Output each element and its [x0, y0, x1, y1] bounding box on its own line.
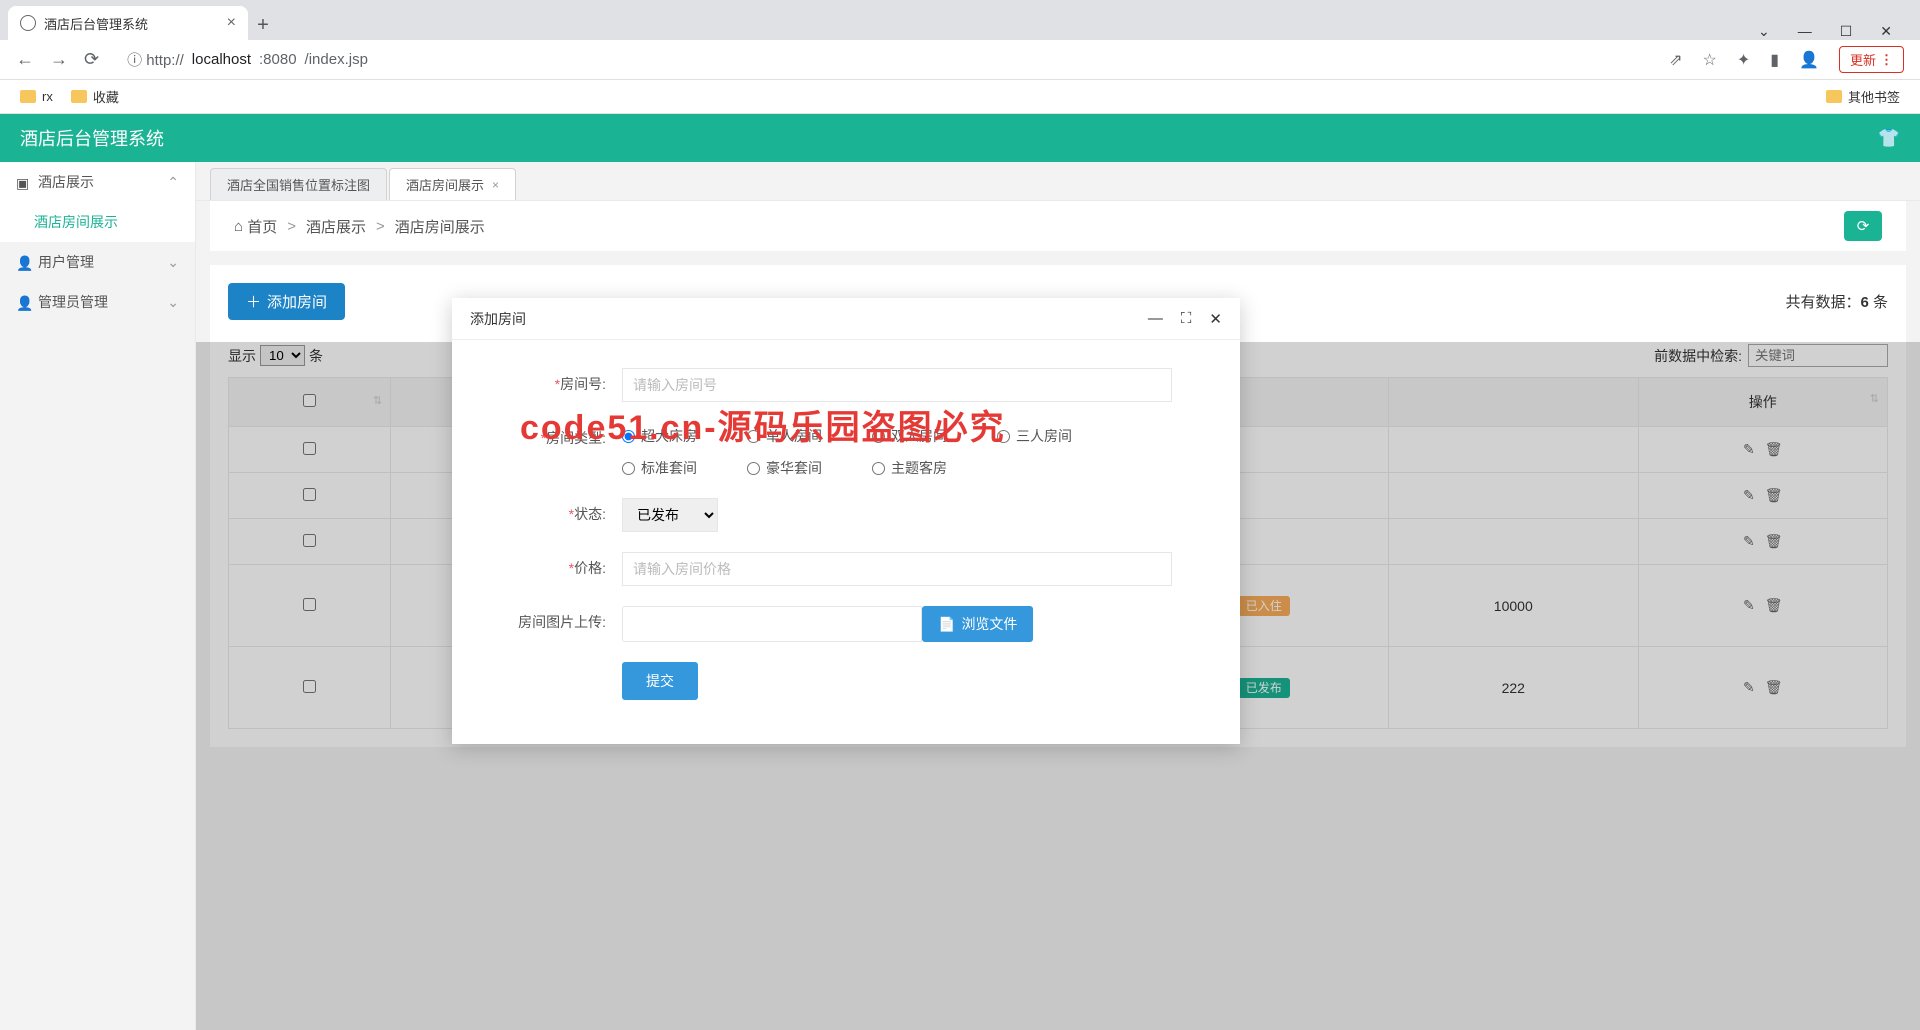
breadcrumb-home[interactable]: 首页	[247, 216, 277, 237]
sidebar-item-hotel-display[interactable]: ▣ 酒店展示 ⌃	[0, 162, 195, 202]
user-icon: 👤	[16, 255, 30, 269]
user-icon: 👤	[16, 295, 30, 309]
sidebar-sub-room-display[interactable]: 酒店房间展示	[0, 202, 195, 242]
chevron-down-icon: ⌄	[167, 254, 179, 271]
close-icon[interactable]: ✕	[1209, 310, 1222, 328]
browser-toolbar: ← → ⟳ ⓘ http://localhost:8080/index.jsp …	[0, 40, 1920, 80]
close-tab-icon[interactable]: ×	[227, 14, 236, 32]
tab-room-display[interactable]: 酒店房间展示×	[389, 168, 516, 200]
forward-icon[interactable]: →	[50, 49, 68, 70]
sidebar-item-admin-mgmt[interactable]: 👤 管理员管理 ⌄	[0, 282, 195, 322]
room-type-radio[interactable]: 标准套间	[622, 458, 747, 478]
room-type-radio[interactable]: 豪华套间	[747, 458, 872, 478]
modal-title: 添加房间	[470, 309, 526, 329]
sidebar: ▣ 酒店展示 ⌃ 酒店房间展示 👤 用户管理 ⌄ 👤 管理员管理 ⌄	[0, 162, 196, 1030]
chevron-up-icon: ⌃	[167, 174, 179, 191]
globe-icon	[20, 15, 36, 31]
url-scheme: ⓘ http://	[127, 49, 184, 70]
status-select[interactable]: 已发布	[622, 498, 718, 532]
reload-icon[interactable]: ⟳	[84, 49, 99, 70]
maximize-icon[interactable]: ⛶	[1181, 310, 1192, 328]
radio-input[interactable]	[747, 430, 760, 443]
bookmark-other[interactable]: 其他书签	[1826, 87, 1900, 106]
radio-input[interactable]	[622, 462, 635, 475]
total-count: 共有数据：6 条	[1785, 291, 1888, 312]
url-path: /index.jsp	[305, 51, 368, 68]
bookmark-fav[interactable]: 收藏	[71, 87, 119, 106]
home-icon: ⌂	[234, 218, 243, 235]
price-input[interactable]	[622, 552, 1172, 586]
browser-tab-bar: 酒店后台管理系统 × + ⌄ — ☐ ✕	[0, 0, 1920, 40]
window-controls: ⌄ — ☐ ✕	[1758, 23, 1912, 40]
room-type-radio[interactable]: 超大床房	[622, 426, 747, 446]
back-icon[interactable]: ←	[16, 49, 34, 70]
url-host: localhost	[192, 51, 251, 68]
radio-input[interactable]	[872, 430, 885, 443]
breadcrumb-l2: 酒店房间展示	[395, 216, 485, 237]
theme-icon[interactable]: 👕	[1878, 128, 1900, 149]
app-title: 酒店后台管理系统	[20, 125, 164, 151]
bookmark-bar: rx 收藏 其他书签	[0, 80, 1920, 114]
dropdown-icon[interactable]: ⌄	[1758, 23, 1770, 40]
tabs-row: 酒店全国销售位置标注图 酒店房间展示×	[196, 162, 1920, 201]
url-bar[interactable]: ⓘ http:// localhost :8080/index.jsp	[115, 45, 1653, 75]
file-path-display	[622, 606, 922, 642]
bookmark-rx[interactable]: rx	[20, 89, 53, 104]
close-icon[interactable]: ×	[492, 178, 499, 192]
breadcrumb: ⌂ 首页 > 酒店展示 > 酒店房间展示 ⟳	[210, 201, 1906, 251]
browse-button[interactable]: 📄浏览文件	[922, 606, 1033, 642]
radio-input[interactable]	[997, 430, 1010, 443]
star-icon[interactable]: ☆	[1703, 50, 1717, 70]
refresh-button[interactable]: ⟳	[1844, 211, 1882, 241]
browser-tab[interactable]: 酒店后台管理系统 ×	[8, 6, 248, 40]
app-header: 酒店后台管理系统 👕	[0, 114, 1920, 162]
folder-icon	[1826, 90, 1842, 103]
room-type-radio[interactable]: 三人房间	[997, 426, 1122, 446]
plus-icon: ＋	[246, 291, 261, 312]
folder-icon	[20, 90, 36, 103]
minimize-icon[interactable]: —	[1148, 310, 1163, 328]
update-button[interactable]: 更新 ⋮	[1839, 46, 1904, 73]
radio-input[interactable]	[622, 430, 635, 443]
submit-button[interactable]: 提交	[622, 662, 698, 700]
panel-icon[interactable]: ▮	[1770, 50, 1779, 70]
room-type-radio[interactable]: 双人房间	[872, 426, 997, 446]
sidebar-item-user-mgmt[interactable]: 👤 用户管理 ⌄	[0, 242, 195, 282]
extension-icon[interactable]: ✦	[1737, 50, 1750, 70]
add-room-modal: 添加房间 — ⛶ ✕ *房间号: *房间类型: 超大床房单人房间双人房间三人房间…	[452, 298, 1240, 744]
add-room-button[interactable]: ＋添加房间	[228, 283, 345, 320]
modal-header: 添加房间 — ⛶ ✕	[452, 298, 1240, 340]
new-tab-button[interactable]: +	[248, 10, 278, 40]
maximize-icon[interactable]: ☐	[1840, 23, 1853, 40]
radio-input[interactable]	[747, 462, 760, 475]
tab-sales-map[interactable]: 酒店全国销售位置标注图	[210, 168, 387, 200]
breadcrumb-l1[interactable]: 酒店展示	[306, 216, 366, 237]
room-no-input[interactable]	[622, 368, 1172, 402]
folder-icon	[71, 90, 87, 103]
close-window-icon[interactable]: ✕	[1880, 23, 1892, 40]
image-icon: ▣	[16, 175, 30, 189]
minimize-icon[interactable]: —	[1798, 23, 1812, 40]
radio-input[interactable]	[872, 462, 885, 475]
room-type-radio[interactable]: 主题客房	[872, 458, 997, 478]
toolbar-icons: ⇗ ☆ ✦ ▮ 👤 更新 ⋮	[1669, 46, 1904, 73]
room-type-radio[interactable]: 单人房间	[747, 426, 872, 446]
profile-icon[interactable]: 👤	[1799, 50, 1819, 70]
share-icon[interactable]: ⇗	[1669, 50, 1682, 70]
tab-title: 酒店后台管理系统	[44, 14, 148, 33]
file-icon: 📄	[938, 616, 955, 633]
url-port: :8080	[259, 51, 297, 68]
chevron-down-icon: ⌄	[167, 294, 179, 311]
